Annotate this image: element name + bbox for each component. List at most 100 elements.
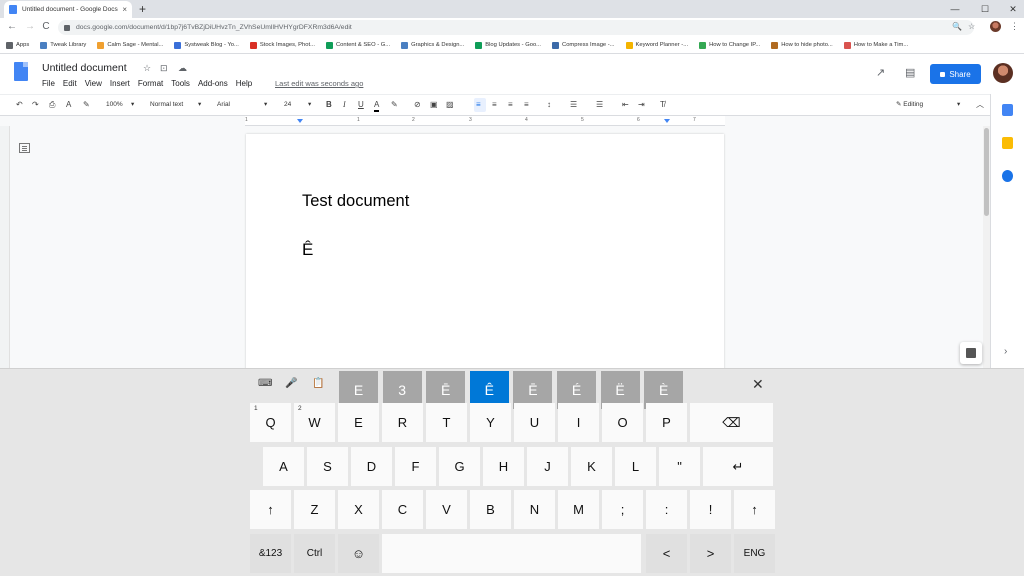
document-page[interactable] xyxy=(246,134,724,374)
font-select[interactable]: Arial xyxy=(217,100,230,110)
key-l[interactable]: L xyxy=(615,447,656,486)
calendar-icon[interactable] xyxy=(1002,104,1013,116)
image-icon[interactable]: ▨ xyxy=(446,100,454,110)
key-u[interactable]: U xyxy=(514,403,555,442)
menu-format[interactable]: Format xyxy=(138,79,163,88)
shift-left-key[interactable]: ↑ xyxy=(250,490,291,529)
link-icon[interactable]: ⊘ xyxy=(414,100,421,110)
bookmark-item[interactable]: How to Change IP... xyxy=(699,41,760,49)
clipboard-icon[interactable]: 📋 xyxy=(312,378,324,389)
key-j[interactable]: J xyxy=(527,447,568,486)
spellcheck-icon[interactable]: A xyxy=(66,100,71,110)
bookmark-item[interactable]: Tweak Library xyxy=(40,41,86,49)
bookmark-item[interactable]: Stock Images, Phot... xyxy=(249,41,315,49)
font-size-select[interactable]: 24 xyxy=(284,100,291,110)
symbols-key[interactable]: &123 xyxy=(250,534,291,573)
key-n[interactable]: N xyxy=(514,490,555,529)
bulleted-list-icon[interactable]: ☰ xyxy=(596,100,603,110)
move-folder-icon[interactable]: ⊡ xyxy=(160,63,168,74)
underline-icon[interactable]: U xyxy=(358,100,364,110)
tab-close-icon[interactable]: × xyxy=(122,5,127,14)
menu-tools[interactable]: Tools xyxy=(171,79,190,88)
bookmark-item[interactable]: Graphics & Design... xyxy=(401,41,464,49)
browser-tab[interactable]: Untitled document - Google Docs × xyxy=(4,1,132,18)
key-sym[interactable]: ! xyxy=(690,490,731,529)
key-v[interactable]: V xyxy=(426,490,467,529)
numbered-list-icon[interactable]: ☰ xyxy=(570,100,577,110)
shift-right-key[interactable]: ↑ xyxy=(734,490,775,529)
document-line-1[interactable]: Test document xyxy=(302,192,409,211)
print-icon[interactable]: ⎙ xyxy=(49,100,55,110)
docs-logo-icon[interactable] xyxy=(14,62,28,81)
key-i[interactable]: I xyxy=(558,403,599,442)
forward-button[interactable]: → xyxy=(24,21,36,33)
keyboard-settings-icon[interactable]: ⌨ xyxy=(258,378,272,389)
decrease-indent-icon[interactable]: ⇤ xyxy=(622,100,629,110)
left-indent-marker[interactable] xyxy=(297,119,303,123)
enter-key[interactable]: ↵ xyxy=(703,447,773,486)
ctrl-key[interactable]: Ctrl xyxy=(294,534,335,573)
bookmark-item[interactable]: Calm Sage - Mental... xyxy=(97,41,163,49)
key-f[interactable]: F xyxy=(395,447,436,486)
back-button[interactable]: ← xyxy=(6,21,18,33)
key-x[interactable]: X xyxy=(338,490,379,529)
align-left-icon[interactable]: ≡ xyxy=(476,100,481,110)
increase-indent-icon[interactable]: ⇥ xyxy=(638,100,645,110)
highlight-icon[interactable]: ✎ xyxy=(391,100,398,110)
line-spacing-icon[interactable]: ↕ xyxy=(547,100,551,110)
editing-mode-select[interactable]: ✎ Editing xyxy=(896,100,923,108)
profile-avatar[interactable] xyxy=(990,21,1001,32)
italic-icon[interactable]: I xyxy=(343,100,346,110)
key-h[interactable]: H xyxy=(483,447,524,486)
menu-insert[interactable]: Insert xyxy=(110,79,130,88)
key-z[interactable]: Z xyxy=(294,490,335,529)
reload-button[interactable]: C xyxy=(40,21,52,33)
paragraph-style-select[interactable]: Normal text xyxy=(150,100,183,110)
scrollbar-thumb[interactable] xyxy=(984,128,989,216)
emoji-key[interactable]: ☺ xyxy=(338,534,379,573)
activity-trend-icon[interactable]: ↗ xyxy=(876,66,885,79)
document-outline-icon[interactable] xyxy=(19,143,30,153)
last-edit-link[interactable]: Last edit was seconds ago xyxy=(275,79,363,88)
close-window-button[interactable]: ✕ xyxy=(998,0,1024,18)
align-right-icon[interactable]: ≡ xyxy=(508,100,513,110)
key-w[interactable]: W2 xyxy=(294,403,335,442)
zoom-search-icon[interactable]: 🔍 xyxy=(952,22,962,31)
backspace-key[interactable]: ⌫ xyxy=(690,403,773,442)
key-o[interactable]: O xyxy=(602,403,643,442)
right-indent-marker[interactable] xyxy=(664,119,670,123)
space-key[interactable] xyxy=(382,534,641,573)
vertical-ruler[interactable] xyxy=(0,126,10,368)
menu-edit[interactable]: Edit xyxy=(63,79,77,88)
menu-file[interactable]: File xyxy=(42,79,55,88)
key-e[interactable]: E xyxy=(338,403,379,442)
horizontal-ruler[interactable]: 1 1 2 3 4 5 6 7 xyxy=(245,116,725,126)
bookmark-item[interactable]: Compress Image -... xyxy=(552,41,615,49)
redo-icon[interactable]: ↷ xyxy=(32,100,39,110)
key-quote[interactable]: " xyxy=(659,447,700,486)
bookmark-item[interactable]: How to hide photo... xyxy=(771,41,833,49)
tasks-icon[interactable] xyxy=(1002,170,1013,182)
bookmark-item[interactable]: Content & SEO - G... xyxy=(325,41,390,49)
key-b[interactable]: B xyxy=(470,490,511,529)
keep-notes-icon[interactable] xyxy=(1002,137,1013,149)
paint-format-icon[interactable]: ✎ xyxy=(83,100,90,110)
explore-button[interactable] xyxy=(960,342,982,364)
url-bar[interactable]: docs.google.com/document/d/1bp7j6TvBZjDi… xyxy=(58,20,974,35)
bookmark-star-icon[interactable]: ☆ xyxy=(968,22,975,31)
key-sym[interactable]: ; xyxy=(602,490,643,529)
expand-side-panel-icon[interactable]: › xyxy=(1004,346,1007,357)
share-button[interactable]: Share xyxy=(930,64,981,84)
menu-addons[interactable]: Add-ons xyxy=(198,79,228,88)
document-title[interactable]: Untitled document xyxy=(42,62,127,74)
bookmark-item[interactable]: Systweak Blog - Yo... xyxy=(174,41,239,49)
browser-menu-icon[interactable]: ⋮ xyxy=(1010,21,1019,32)
key-k[interactable]: K xyxy=(571,447,612,486)
key-sym[interactable]: : xyxy=(646,490,687,529)
bookmark-item[interactable]: Blog Updates - Goo... xyxy=(475,41,541,49)
key-c[interactable]: C xyxy=(382,490,423,529)
comment-icon[interactable]: ▣ xyxy=(430,100,438,110)
key-r[interactable]: R xyxy=(382,403,423,442)
comments-icon[interactable]: ▤ xyxy=(905,66,915,79)
key-a[interactable]: A xyxy=(263,447,304,486)
